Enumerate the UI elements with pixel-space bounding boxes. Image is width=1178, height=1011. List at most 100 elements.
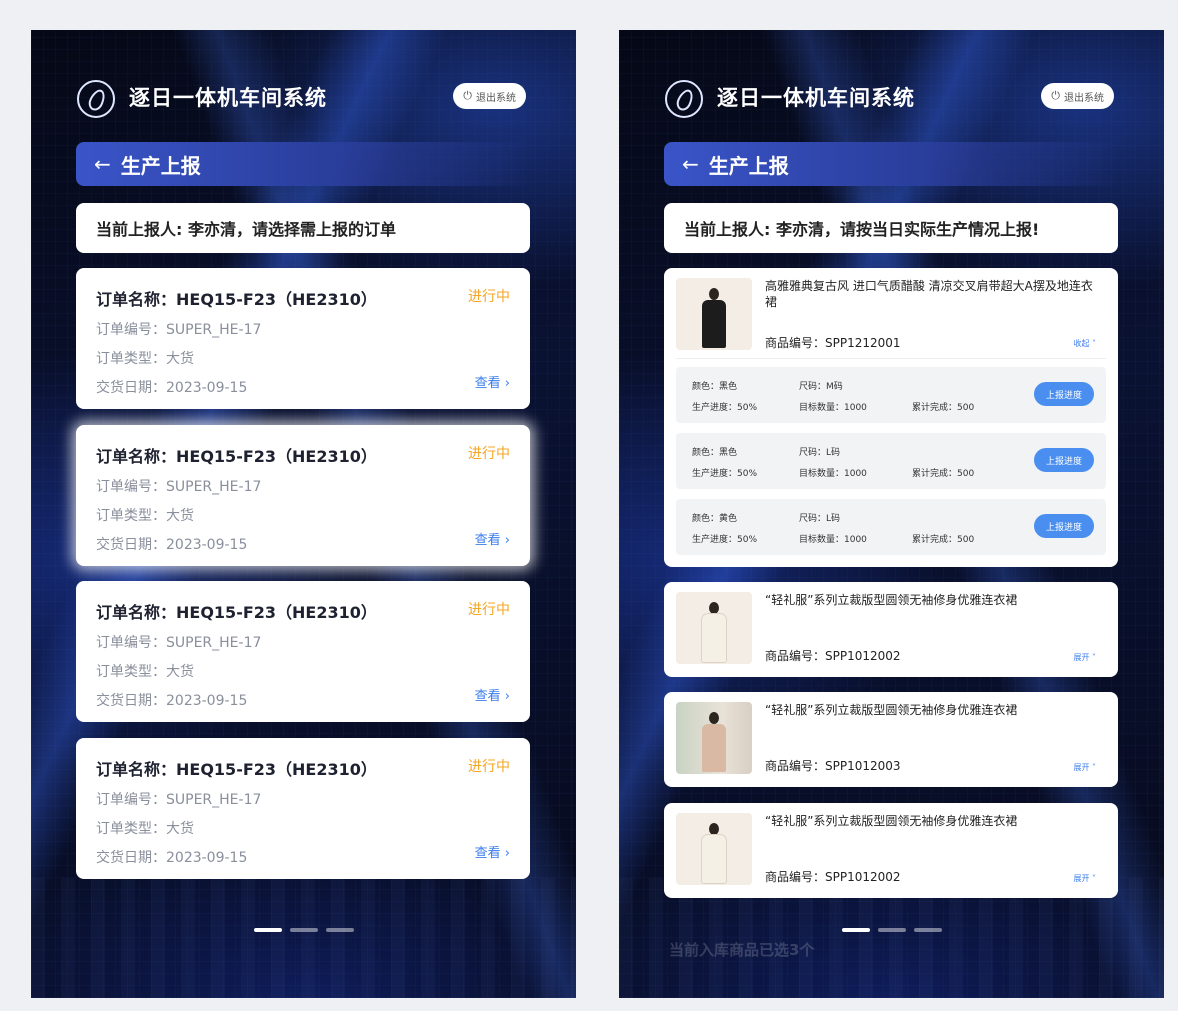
logout-button[interactable]: ⏻ 退出系统 — [453, 83, 526, 109]
app-title: 逐日一体机车间系统 — [717, 86, 915, 110]
order-card[interactable]: 订单名称：HEQ15-F23（HE2310） 进行中 订单编号：SUPER_HE… — [76, 581, 530, 722]
expand-toggle[interactable]: 展开 ˅ — [1073, 652, 1096, 663]
delivery-date: 交货日期：2023-09-15 — [96, 380, 248, 396]
variant-progress: 生产进度：50% — [692, 469, 758, 479]
reporter-notice: 当前上报人: 李亦清，请按当日实际生产情况上报! — [664, 203, 1118, 253]
power-icon: ⏻ — [1051, 89, 1060, 102]
order-number: 订单编号：SUPER_HE-17 — [96, 792, 262, 808]
expand-toggle[interactable]: 展开 ˅ — [1073, 873, 1096, 884]
view-link[interactable]: 查看 › — [475, 842, 510, 861]
view-link[interactable]: 查看 › — [475, 685, 510, 704]
variant-target: 目标数量：1000 — [799, 535, 867, 545]
product-card[interactable]: “轻礼服”系列立裁版型圆领无袖修身优雅连衣裙 商品编号：SPP1012002 展… — [664, 582, 1118, 677]
status-badge: 进行中 — [468, 759, 510, 775]
product-image — [676, 278, 752, 350]
logout-label: 退出系统 — [476, 92, 516, 104]
logo-icon — [665, 80, 703, 118]
page-dot-active[interactable] — [841, 928, 870, 932]
product-title: “轻礼服”系列立裁版型圆领无袖修身优雅连衣裙 — [765, 814, 1018, 828]
product-title: 高雅雅典复古风 进口气质醋酸 清凉交叉肩带超大A摆及地连衣裙 — [765, 279, 1093, 309]
order-name: 订单名称：HEQ15-F23（HE2310） — [96, 447, 377, 466]
order-list-screen: 逐日一体机车间系统 ⏻ 退出系统 ← 生产上报 当前上报人: 李亦清，请选择需上… — [31, 30, 576, 998]
back-bar[interactable]: ← 生产上报 — [664, 142, 1118, 186]
delivery-date: 交货日期：2023-09-15 — [96, 693, 248, 709]
status-badge: 进行中 — [468, 446, 510, 462]
variant-target: 目标数量：1000 — [799, 469, 867, 479]
logo-icon — [77, 80, 115, 118]
figure-head-shape — [709, 288, 719, 300]
production-report-screen: 逐日一体机车间系统 ⏻ 退出系统 ← 生产上报 当前上报人: 李亦清，请按当日实… — [619, 30, 1164, 998]
variant-row: 颜色：黑色 尺码：M码 生产进度：50% 目标数量：1000 累计完成：500 … — [676, 367, 1106, 423]
variant-color: 颜色：黑色 — [692, 448, 738, 458]
figure-body-shape — [702, 300, 726, 348]
app-header: 逐日一体机车间系统 ⏻ 退出系统 — [77, 78, 526, 122]
back-arrow-icon[interactable]: ← — [682, 152, 699, 176]
power-icon: ⏻ — [463, 89, 472, 102]
figure-body-shape — [702, 835, 726, 883]
page-dot[interactable] — [913, 928, 942, 932]
product-code: 商品编号：SPP1012002 — [765, 649, 901, 663]
variant-done: 累计完成：500 — [912, 469, 975, 479]
product-code: 商品编号：SPP1012002 — [765, 870, 901, 884]
figure-body-shape — [702, 724, 726, 772]
view-link[interactable]: 查看 › — [475, 372, 510, 391]
variant-size: 尺码：L码 — [799, 448, 841, 458]
order-number: 订单编号：SUPER_HE-17 — [96, 322, 262, 338]
expand-toggle[interactable]: 展开 ˅ — [1073, 762, 1096, 773]
report-progress-button[interactable]: 上报进度 — [1034, 514, 1094, 538]
page-title: 生产上报 — [120, 153, 201, 178]
selected-count-note: 当前入库商品已选3个 — [669, 941, 815, 959]
variant-done: 累计完成：500 — [912, 535, 975, 545]
status-badge: 进行中 — [468, 289, 510, 305]
page-dot[interactable] — [877, 928, 906, 932]
order-number: 订单编号：SUPER_HE-17 — [96, 635, 262, 651]
variant-progress: 生产进度：50% — [692, 535, 758, 545]
product-card-expanded[interactable]: 高雅雅典复古风 进口气质醋酸 清凉交叉肩带超大A摆及地连衣裙 商品编号：SPP1… — [664, 268, 1118, 567]
variant-color: 颜色：黑色 — [692, 382, 738, 392]
variant-progress: 生产进度：50% — [692, 403, 758, 413]
order-type: 订单类型：大货 — [96, 664, 194, 680]
order-card[interactable]: 订单名称：HEQ15-F23（HE2310） 进行中 订单编号：SUPER_HE… — [76, 738, 530, 879]
figure-head-shape — [709, 712, 719, 724]
figure-head-shape — [709, 823, 719, 835]
delivery-date: 交货日期：2023-09-15 — [96, 850, 248, 866]
product-title: “轻礼服”系列立裁版型圆领无袖修身优雅连衣裙 — [765, 703, 1018, 717]
order-card[interactable]: 订单名称：HEQ15-F23（HE2310） 进行中 订单编号：SUPER_HE… — [76, 425, 530, 566]
delivery-date: 交货日期：2023-09-15 — [96, 537, 248, 553]
logout-button[interactable]: ⏻ 退出系统 — [1041, 83, 1114, 109]
page-indicator — [31, 928, 576, 932]
divider — [676, 358, 1106, 359]
view-link[interactable]: 查看 › — [475, 529, 510, 548]
figure-head-shape — [709, 602, 719, 614]
figure-body-shape — [702, 614, 726, 662]
order-name: 订单名称：HEQ15-F23（HE2310） — [96, 760, 377, 779]
variant-done: 累计完成：500 — [912, 403, 975, 413]
app-title: 逐日一体机车间系统 — [129, 86, 327, 110]
product-image — [676, 813, 752, 885]
order-number: 订单编号：SUPER_HE-17 — [96, 479, 262, 495]
page-dot[interactable] — [289, 928, 318, 932]
product-card[interactable]: “轻礼服”系列立裁版型圆领无袖修身优雅连衣裙 商品编号：SPP1012002 展… — [664, 803, 1118, 898]
product-card[interactable]: “轻礼服”系列立裁版型圆领无袖修身优雅连衣裙 商品编号：SPP1012003 展… — [664, 692, 1118, 787]
variant-size: 尺码：L码 — [799, 514, 841, 524]
collapse-toggle[interactable]: 收起 ˄ — [1073, 338, 1096, 349]
product-image — [676, 592, 752, 664]
back-bar[interactable]: ← 生产上报 — [76, 142, 530, 186]
back-arrow-icon[interactable]: ← — [94, 152, 111, 176]
variant-color: 颜色：黄色 — [692, 514, 738, 524]
page-indicator — [619, 928, 1164, 932]
product-code: 商品编号：SPP1012003 — [765, 759, 901, 773]
variant-row: 颜色：黄色 尺码：L码 生产进度：50% 目标数量：1000 累计完成：500 … — [676, 499, 1106, 555]
product-image — [676, 702, 752, 774]
report-progress-button[interactable]: 上报进度 — [1034, 382, 1094, 406]
product-title: “轻礼服”系列立裁版型圆领无袖修身优雅连衣裙 — [765, 593, 1018, 607]
order-card[interactable]: 订单名称：HEQ15-F23（HE2310） 进行中 订单编号：SUPER_HE… — [76, 268, 530, 409]
app-header: 逐日一体机车间系统 ⏻ 退出系统 — [665, 78, 1114, 122]
variant-row: 颜色：黑色 尺码：L码 生产进度：50% 目标数量：1000 累计完成：500 … — [676, 433, 1106, 489]
report-progress-button[interactable]: 上报进度 — [1034, 448, 1094, 472]
product-code: 商品编号：SPP1212001 — [765, 336, 901, 350]
page-dot[interactable] — [325, 928, 354, 932]
variant-size: 尺码：M码 — [799, 382, 843, 392]
page-dot-active[interactable] — [253, 928, 282, 932]
order-name: 订单名称：HEQ15-F23（HE2310） — [96, 603, 377, 622]
